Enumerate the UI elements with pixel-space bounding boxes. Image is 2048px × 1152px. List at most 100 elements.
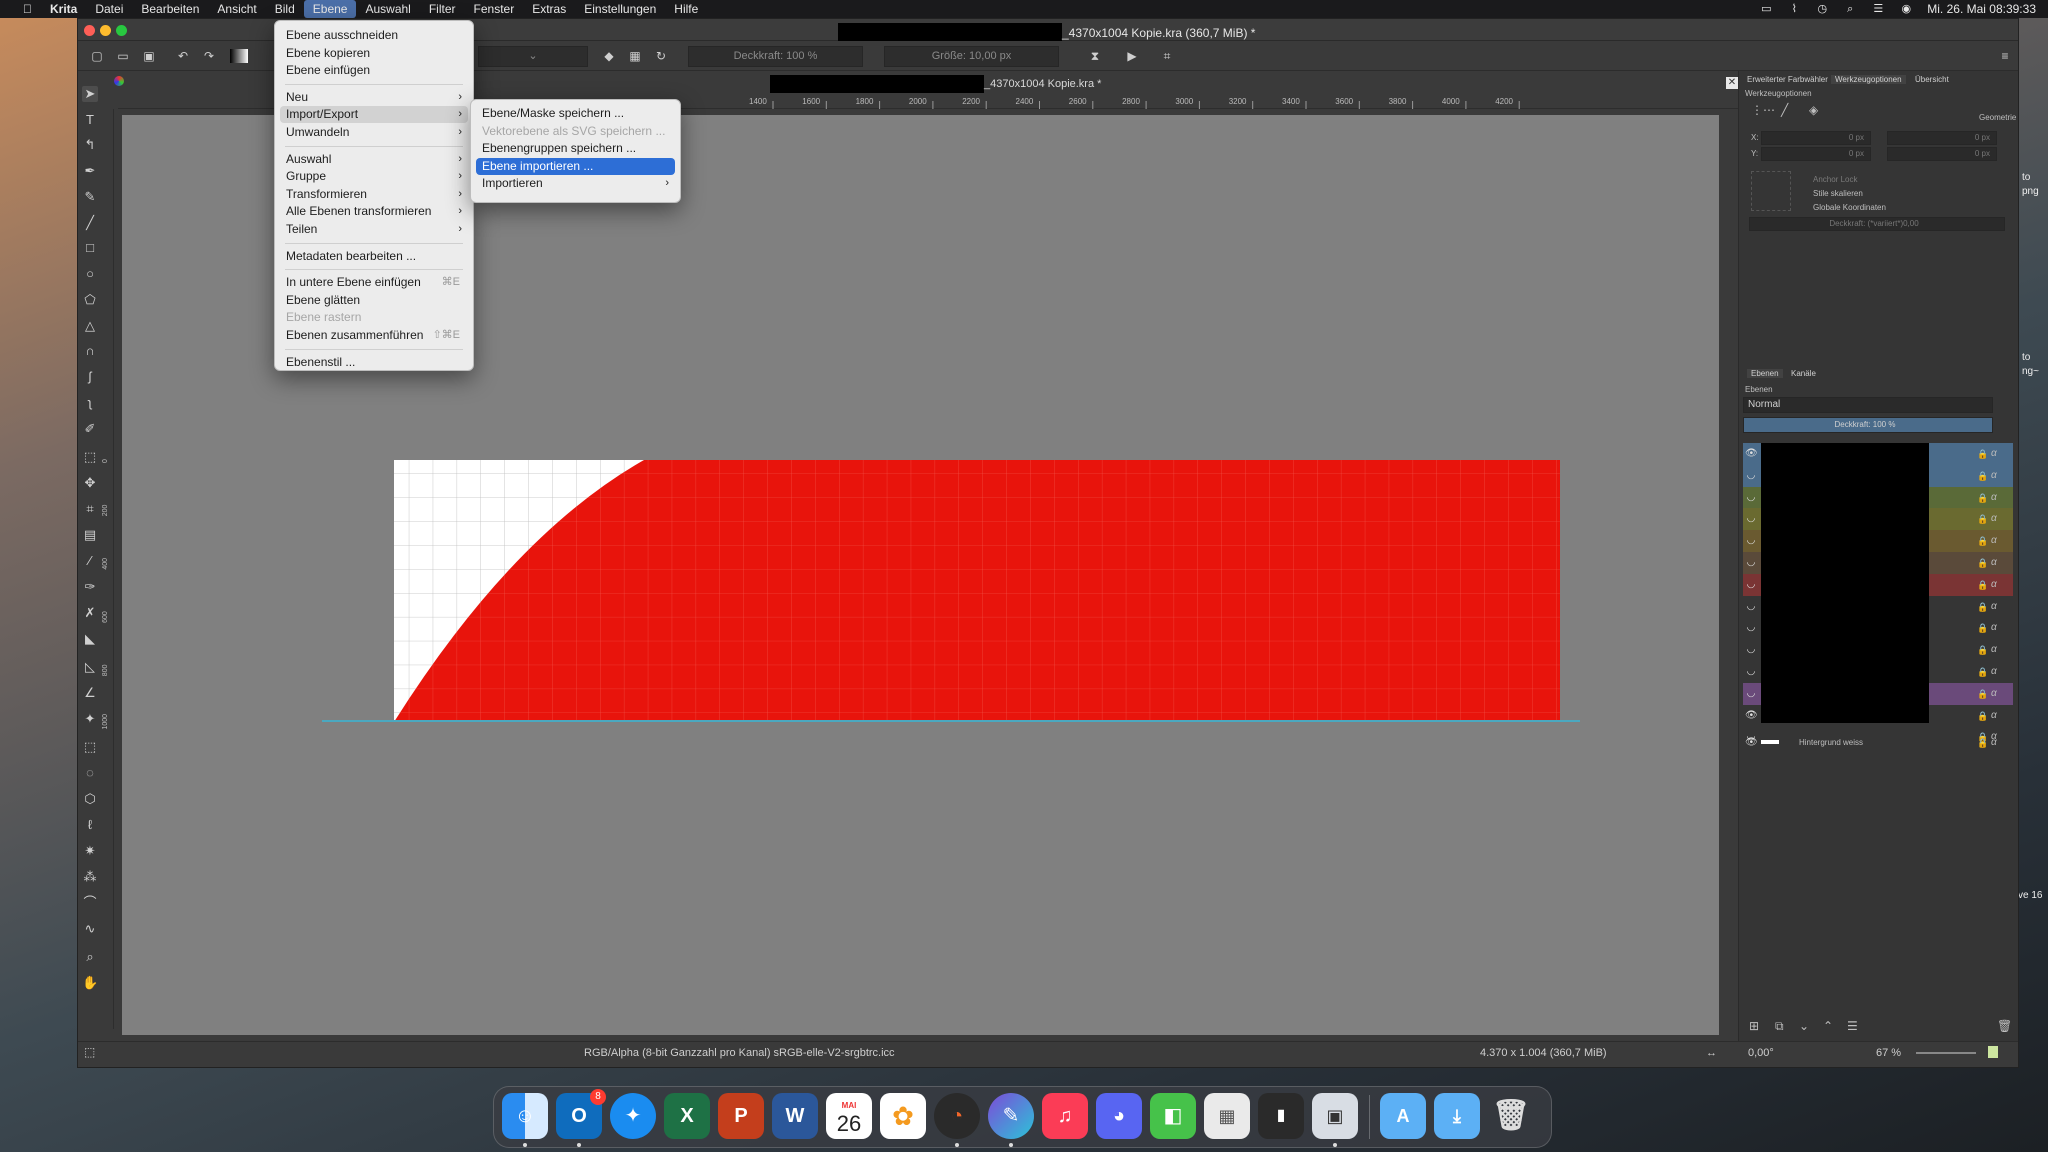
visibility-eye-icon[interactable]: ◡	[1745, 666, 1757, 678]
menu-item-ebene-kopieren[interactable]: Ebene kopieren	[280, 45, 468, 62]
lock-icon[interactable]: 🔒	[1977, 644, 1988, 656]
smart-patch-tool-icon[interactable]: ✑	[82, 579, 98, 595]
window-zoom-button[interactable]	[116, 25, 127, 36]
brush-tool-icon[interactable]: ✎	[82, 189, 98, 205]
discord-icon[interactable]: ◕	[1096, 1093, 1142, 1139]
alpha-lock-icon[interactable]: α	[1991, 448, 2001, 460]
select-mode-icon[interactable]: ⋮⋯	[1751, 103, 1775, 117]
alpha-lock-icon[interactable]: α	[1991, 737, 2001, 749]
lock-icon[interactable]: 🔒	[1977, 688, 1988, 700]
visibility-eye-icon[interactable]: ◡	[1745, 644, 1757, 656]
fill-icon[interactable]: ◈	[1809, 103, 1818, 117]
rectangle-tool-icon[interactable]: □	[82, 240, 98, 256]
alpha-lock-icon[interactable]: α	[1991, 492, 2001, 504]
lock-icon[interactable]: 🔒	[1977, 513, 1988, 525]
zoom-level[interactable]: 67 %	[1876, 1047, 1901, 1059]
menu-auswahl[interactable]: Auswahl	[356, 0, 419, 18]
lock-icon[interactable]: 🔒	[1977, 579, 1988, 591]
zoom-slider[interactable]	[1916, 1052, 1976, 1054]
lock-icon[interactable]: 🔒	[1977, 710, 1988, 722]
alpha-lock-icon[interactable]: α	[1991, 557, 2001, 569]
line-tool-icon[interactable]: ╱	[82, 215, 98, 231]
redo-icon[interactable]: ↷	[202, 49, 216, 63]
battery-icon[interactable]: ▭	[1759, 3, 1773, 15]
x-position-input[interactable]: 0 px	[1761, 131, 1871, 145]
zoom-tool-icon[interactable]: ⌕	[82, 949, 98, 965]
height-input[interactable]: 0 px	[1887, 147, 1997, 161]
undo-icon[interactable]: ↶	[176, 49, 190, 63]
visibility-eye-icon[interactable]: ◡	[1745, 622, 1757, 634]
disk-utility-icon[interactable]: ◔	[934, 1093, 980, 1139]
edit-shapes-tool-icon[interactable]: ↰	[82, 137, 98, 153]
opacity-slider[interactable]: Deckkraft: 100 %	[688, 46, 863, 67]
layer-properties-icon[interactable]: ☰	[1847, 1019, 1858, 1033]
menu-item-neu[interactable]: Neu ›	[280, 89, 468, 106]
tab-layers[interactable]: Ebenen	[1747, 369, 1783, 378]
zoom-fit-icon[interactable]	[1988, 1046, 1998, 1058]
menu-item-auswahl[interactable]: Auswahl ›	[280, 151, 468, 168]
alpha-lock-icon[interactable]: α	[1991, 535, 2001, 547]
move-layer-down-icon[interactable]: ⌄	[1799, 1019, 1809, 1033]
alpha-lock-icon[interactable]: α	[1991, 710, 2001, 722]
mirror-horizontal-icon[interactable]: ⧗	[1088, 49, 1102, 63]
tab-channels[interactable]: Kanäle	[1791, 369, 1816, 378]
menu-item-ebene-importieren[interactable]: Ebene importieren ...	[476, 157, 675, 175]
polygonal-selection-tool-icon[interactable]: ⬡	[82, 791, 98, 807]
new-document-icon[interactable]: ▢	[90, 49, 104, 63]
menu-bearbeiten[interactable]: Bearbeiten	[132, 0, 208, 18]
camo-icon[interactable]: ◧	[1150, 1093, 1196, 1139]
visibility-eye-icon[interactable]: 👁	[1745, 448, 1758, 460]
visibility-eye-icon[interactable]: 👁	[1745, 737, 1758, 749]
music-icon[interactable]: ♫	[1042, 1093, 1088, 1139]
lock-icon[interactable]: 🔒	[1977, 470, 1988, 482]
alpha-lock-icon[interactable]: α	[1991, 688, 2001, 700]
ellipse-tool-icon[interactable]: ○	[82, 266, 98, 282]
menu-fenster[interactable]: Fenster	[465, 0, 524, 18]
lock-icon[interactable]: 🔒	[1977, 448, 1988, 460]
menu-einstellungen[interactable]: Einstellungen	[575, 0, 665, 18]
move-layer-up-icon[interactable]: ⌃	[1823, 1019, 1833, 1033]
mirror-vertical-icon[interactable]: ▶	[1125, 49, 1139, 63]
opacity-varies-slider[interactable]: Deckkraft: (*variiert*)0,00	[1749, 217, 2005, 231]
measure-tool-icon[interactable]: ∠	[82, 685, 98, 701]
menu-item-ebene-maske-speichern[interactable]: Ebene/Maske speichern ...	[476, 105, 675, 122]
global-coordinates-checkbox[interactable]: Globale Koordinaten	[1813, 203, 1886, 212]
wifi-off-icon[interactable]: ⌇	[1787, 3, 1801, 15]
menu-item-transformieren[interactable]: Transformieren ›	[280, 186, 468, 203]
photos-icon[interactable]: ✿	[880, 1093, 926, 1139]
menu-datei[interactable]: Datei	[86, 0, 132, 18]
alpha-lock-icon[interactable]: α	[1991, 579, 2001, 591]
menu-item-ebenenstil[interactable]: Ebenenstil ...	[280, 354, 468, 371]
delete-layer-icon[interactable]: 🗑	[1997, 1019, 2012, 1033]
lock-icon[interactable]: 🔒	[1977, 737, 1988, 749]
preserve-alpha-icon[interactable]: ▦	[628, 49, 642, 63]
tab-tool-options[interactable]: Werkzeugoptionen	[1831, 75, 1906, 84]
freehand-selection-tool-icon[interactable]: ℓ	[82, 817, 98, 833]
selection-mode-icon[interactable]: ⬚	[84, 1045, 95, 1059]
color-settings-icon[interactable]	[114, 76, 124, 86]
menu-hilfe[interactable]: Hilfe	[665, 0, 707, 18]
bezier-selection-tool-icon[interactable]: ⌒	[82, 895, 98, 911]
move-tool-icon[interactable]: ✥	[82, 475, 98, 491]
lock-icon[interactable]: 🔒	[1977, 666, 1988, 678]
eraser-mode-icon[interactable]: ◆	[602, 49, 616, 63]
close-tab-icon[interactable]: ✕	[1726, 77, 1738, 89]
save-icon[interactable]: ▣	[142, 49, 156, 63]
add-layer-icon[interactable]: ⊞	[1749, 1019, 1759, 1033]
applications-folder-icon[interactable]: A	[1380, 1093, 1426, 1139]
menu-item-ebene-ausschneiden[interactable]: Ebene ausschneiden	[280, 27, 468, 44]
lock-icon[interactable]: 🔒	[1977, 622, 1988, 634]
visibility-eye-icon[interactable]: ◡	[1745, 601, 1757, 613]
brush-preset-selector[interactable]: ⌄	[478, 46, 588, 67]
safari-icon[interactable]: ✦	[610, 1093, 656, 1139]
canvas-tab[interactable]: _4370x1004 Kopie.kra *	[770, 75, 1101, 93]
rotation-value[interactable]: 0,00°	[1748, 1047, 1774, 1059]
outlook-icon[interactable]: O8	[556, 1089, 606, 1139]
siri-icon[interactable]: ◉	[1899, 3, 1913, 15]
lock-icon[interactable]: 🔒	[1977, 557, 1988, 569]
downloads-folder-icon[interactable]: ⤓	[1434, 1093, 1480, 1139]
fill-tool-icon[interactable]: ◣	[82, 631, 98, 647]
text-tool-icon[interactable]: T	[82, 112, 98, 128]
visibility-eye-icon[interactable]: ◡	[1745, 470, 1757, 482]
finder-icon[interactable]: ☺	[502, 1093, 548, 1139]
